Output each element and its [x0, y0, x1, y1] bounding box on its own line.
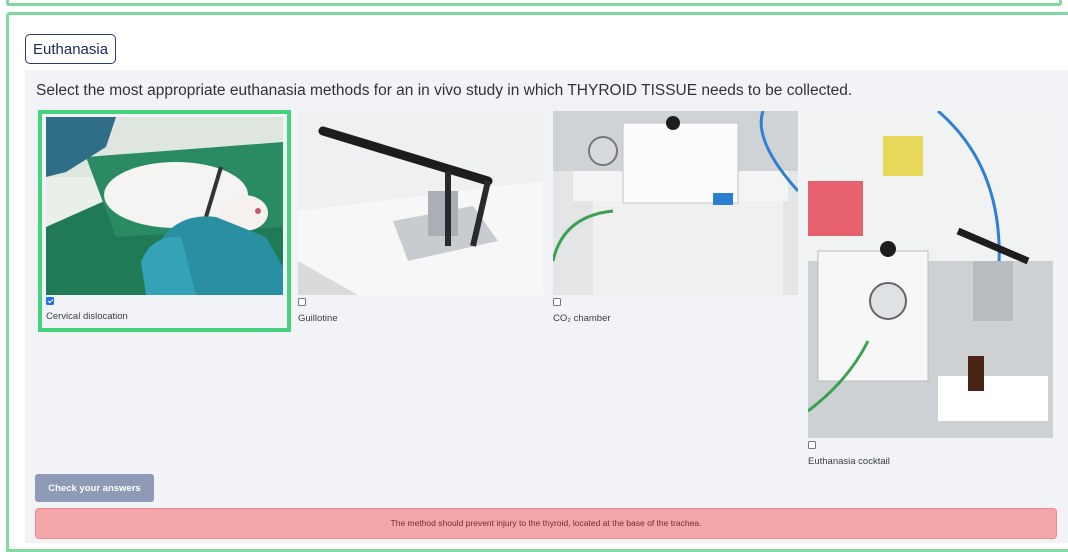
option-label-co2-chamber: CO₂ chamber — [553, 313, 611, 324]
option-image-euthanasia-cocktail[interactable] — [808, 111, 1053, 438]
option-label-cervical-dislocation: Cervical dislocation — [46, 311, 128, 322]
option-image-cervical-dislocation[interactable] — [46, 117, 283, 295]
previous-section-border — [6, 0, 1062, 6]
checkbox-co2-chamber[interactable] — [553, 298, 561, 306]
checkbox-euthanasia-cocktail[interactable] — [808, 441, 816, 449]
section-badge: Euthanasia — [25, 34, 117, 64]
check-answers-button[interactable]: Check your answers — [35, 474, 154, 502]
feedback-alert: The method should prevent injury to the … — [35, 508, 1057, 539]
option-label-guillotine: Guillotine — [298, 313, 338, 324]
question-text: Select the most appropriate euthanasia m… — [36, 82, 853, 99]
option-image-co2-chamber[interactable] — [553, 111, 798, 295]
checkbox-guillotine[interactable] — [298, 298, 306, 306]
checkbox-cervical-dislocation[interactable] — [46, 297, 54, 305]
option-image-guillotine[interactable] — [298, 111, 543, 295]
option-label-euthanasia-cocktail: Euthanasia cocktail — [808, 456, 890, 467]
